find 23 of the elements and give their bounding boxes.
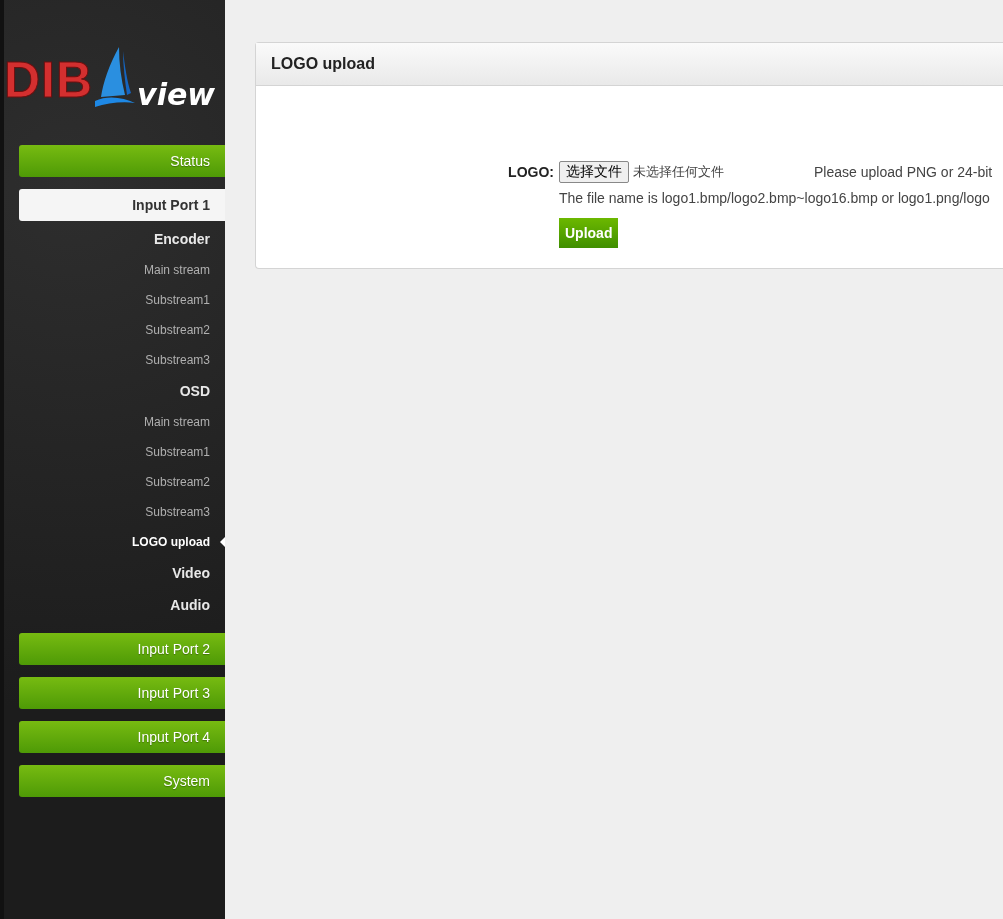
- pointer-icon: [220, 537, 225, 547]
- nav-link[interactable]: Substream3: [145, 497, 210, 527]
- nav-link[interactable]: Substream2: [145, 315, 210, 345]
- field-label: LOGO:: [507, 163, 555, 182]
- nav-link[interactable]: Substream1: [145, 285, 210, 315]
- nav-button[interactable]: Input Port 1: [19, 189, 225, 221]
- logo-text: DIB: [4, 51, 94, 110]
- file-status: 未选择任何文件: [633, 163, 724, 181]
- nav-link[interactable]: Substream1: [145, 437, 210, 467]
- logo-text: view: [137, 80, 215, 110]
- hint-text: Please upload PNG or 24-bit: [814, 164, 993, 180]
- nav-heading[interactable]: Audio: [170, 589, 210, 621]
- nav-link[interactable]: Substream2: [145, 467, 210, 497]
- panel-title: LOGO upload: [256, 43, 1003, 86]
- note-text: The file name is logo1.bmp/logo2.bmp~logo16.bmp or logo1.png/logo: [559, 190, 991, 206]
- nav-link[interactable]: Main stream: [143, 407, 210, 437]
- nav-heading[interactable]: Video: [172, 557, 210, 589]
- nav-heading[interactable]: Encoder: [154, 223, 210, 255]
- nav-link[interactable]: LOGO upload: [132, 527, 210, 557]
- nav-link[interactable]: Substream3: [145, 345, 210, 375]
- nav-heading[interactable]: OSD: [179, 375, 210, 407]
- choose-file-button[interactable]: 选择文件: [559, 161, 629, 183]
- nav-link[interactable]: Main stream: [143, 255, 210, 285]
